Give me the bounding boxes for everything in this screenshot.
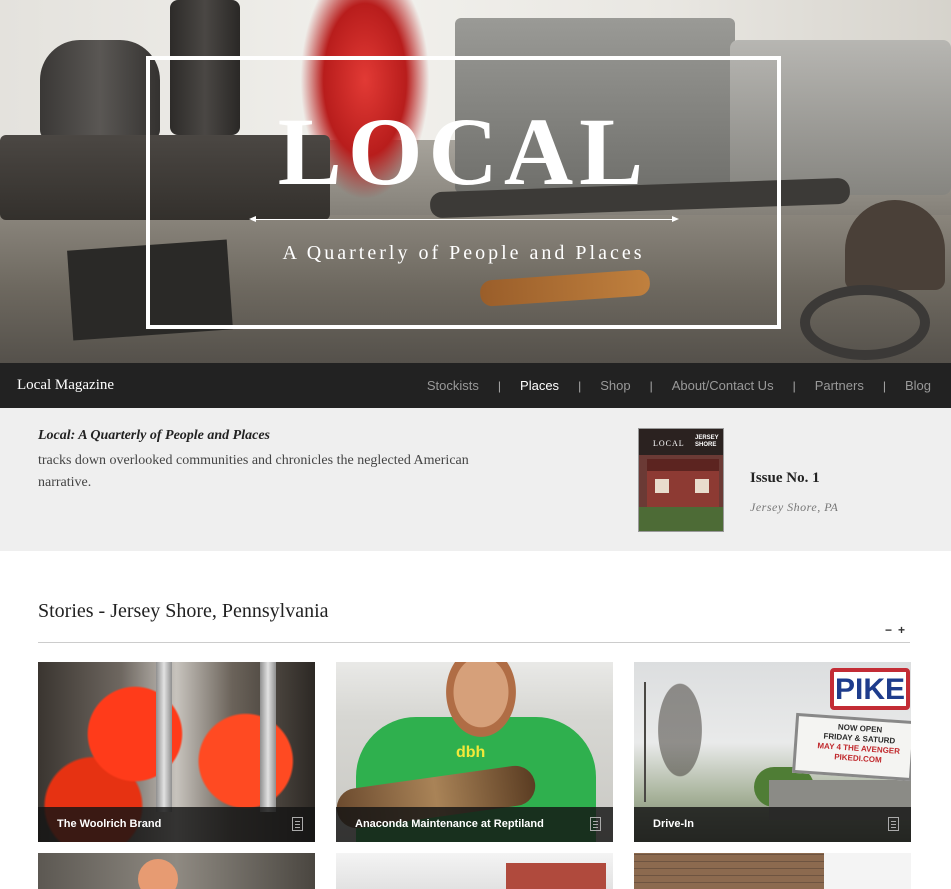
zoom-controls: − +: [885, 623, 911, 637]
story-caption-bar: The Woolrich Brand: [38, 807, 315, 842]
stories-heading: Stories - Jersey Shore, Pennsylvania: [38, 600, 329, 622]
marquee-text: NOW OPEN FRIDAY & SATURD MAY 4 THE AVENG…: [803, 720, 911, 768]
nav-item-about-contact[interactable]: About/Contact Us: [672, 378, 774, 393]
nav-separator: |: [497, 378, 502, 393]
story-caption: Anaconda Maintenance at Reptiland: [355, 818, 544, 830]
building-roof: [506, 863, 606, 889]
brand-link[interactable]: Local Magazine: [17, 377, 114, 394]
document-icon: [590, 817, 601, 831]
cover-badge-line: JERSEY: [695, 435, 719, 441]
hero-title: LOCAL: [277, 98, 650, 205]
shirt-logo: dbh: [456, 744, 486, 761]
section-divider: [38, 642, 910, 643]
story-caption: The Woolrich Brand: [57, 818, 162, 830]
person-head: [446, 662, 516, 737]
story-card-woolrich[interactable]: The Woolrich Brand: [38, 662, 315, 842]
document-icon: [888, 817, 899, 831]
cover-badge: JERSEY SHORE: [695, 435, 719, 449]
hook-image: [845, 200, 945, 290]
zoom-out-button[interactable]: −: [885, 623, 892, 637]
cover-badge-line: SHORE: [695, 442, 717, 448]
story-caption: Drive-In: [653, 818, 694, 830]
nav-separator: |: [578, 378, 582, 393]
nav-separator: |: [649, 378, 653, 393]
intro-section: Local: A Quarterly of People and Places …: [0, 408, 951, 551]
ring-image: [800, 285, 930, 360]
issue-cover-image[interactable]: LOCAL JERSEY SHORE: [638, 428, 724, 532]
document-icon: [292, 817, 303, 831]
nav-item-shop[interactable]: Shop: [600, 378, 630, 393]
issue-location: Jersey Shore, PA: [750, 500, 839, 514]
spool-pole: [156, 662, 172, 812]
cover-logo: LOCAL: [653, 439, 685, 448]
intro-title: Local: A Quarterly of People and Places: [38, 428, 270, 443]
story-card[interactable]: [634, 853, 911, 889]
zoom-in-button[interactable]: +: [898, 623, 905, 637]
story-card-drive-in[interactable]: NOW OPEN FRIDAY & SATURD MAY 4 THE AVENG…: [634, 662, 911, 842]
nav-item-places[interactable]: Places: [520, 378, 559, 393]
main-navigation: Local Magazine Stockists | Places | Shop…: [0, 363, 951, 408]
nav-item-partners[interactable]: Partners: [815, 378, 864, 393]
cover-window: [695, 479, 709, 493]
brick-building: [634, 853, 824, 889]
intro-description: tracks down overlooked communities and c…: [38, 453, 469, 490]
nav-separator: |: [792, 378, 796, 393]
story-caption-bar: Anaconda Maintenance at Reptiland: [336, 807, 613, 842]
hero-banner: LOCAL A Quarterly of People and Places: [0, 0, 951, 363]
nav-separator: |: [882, 378, 886, 393]
nav-menu: Stockists | Places | Shop | About/Contac…: [427, 363, 931, 408]
nav-item-blog[interactable]: Blog: [905, 378, 931, 393]
hero-arrow-rule: [249, 216, 679, 222]
cover-window: [655, 479, 669, 493]
story-card[interactable]: [38, 853, 315, 889]
bare-tree: [644, 682, 714, 802]
nav-item-stockists[interactable]: Stockists: [427, 378, 479, 393]
hero-subtitle: A Quarterly of People and Places: [282, 242, 645, 264]
story-caption-bar: Drive-In: [634, 807, 911, 842]
issue-number[interactable]: Issue No. 1: [750, 470, 820, 487]
pike-sign: PIKE: [830, 668, 910, 710]
kettle-image: [40, 40, 160, 140]
story-card-anaconda[interactable]: dbh Anaconda Maintenance at Reptiland: [336, 662, 613, 842]
story-card[interactable]: [336, 853, 613, 889]
cover-lawn: [639, 507, 723, 531]
spool-pole: [260, 662, 276, 812]
